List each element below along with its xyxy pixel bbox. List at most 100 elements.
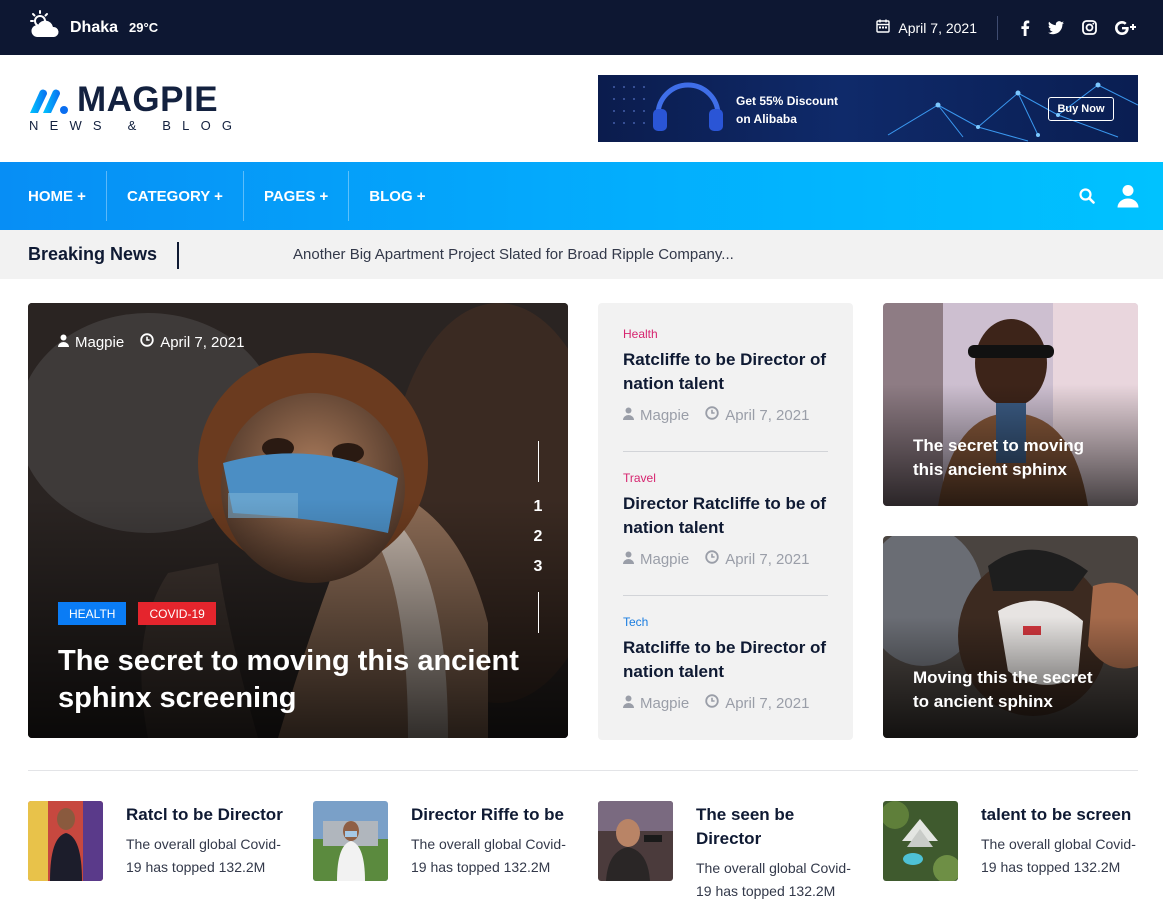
breaking-news-headline[interactable]: Another Big Apartment Project Slated for…: [293, 246, 734, 263]
list-item-author: Magpie: [623, 695, 689, 712]
main-nav: HOME + CATEGORY + PAGES + BLOG +: [0, 162, 1163, 230]
hero-author-name[interactable]: Magpie: [75, 334, 124, 351]
list-item-author: Magpie: [623, 551, 689, 568]
twitter-icon[interactable]: [1048, 20, 1064, 35]
facebook-icon[interactable]: [1020, 20, 1030, 36]
logo-name: MAGPIE: [77, 80, 219, 119]
list-item-meta: Magpie April 7, 2021: [623, 694, 828, 712]
mini-post-thumbnail[interactable]: [883, 801, 958, 881]
weather-city: Dhaka: [70, 18, 119, 36]
mini-post-thumbnail[interactable]: [598, 801, 673, 881]
list-item-title[interactable]: Ratcliffe to be Director of nation talen…: [623, 348, 828, 396]
hero-date: April 7, 2021: [140, 333, 244, 351]
pager-line-bottom: [537, 592, 539, 633]
logo-tagline: NEWS & BLOG: [29, 118, 244, 133]
hero-pager: 1 2 3: [526, 441, 550, 633]
nav-item-pages[interactable]: PAGES +: [244, 162, 348, 230]
user-icon: [623, 407, 634, 424]
calendar-icon: [876, 19, 891, 36]
list-item: Travel Director Ratcliffe to be of natio…: [623, 471, 828, 568]
mini-post-excerpt: The overall global Covid-19 has topped 1…: [126, 836, 281, 875]
mini-post-title[interactable]: The seen be Director: [696, 803, 856, 851]
top-bar: Dhaka 29°C April 7, 2021: [0, 0, 1163, 55]
breaking-news-label: Breaking News: [28, 244, 158, 264]
mini-post-excerpt: The overall global Covid-19 has topped 1…: [411, 836, 566, 875]
mini-post: talent to be screen The overall global C…: [883, 801, 1138, 901]
side-card[interactable]: Moving this the secret to ancient sphinx: [883, 536, 1138, 738]
mini-post: The seen be Director The overall global …: [598, 801, 853, 901]
nav-item-category[interactable]: CATEGORY +: [107, 162, 243, 230]
list-item: Health Ratcliffe to be Director of natio…: [623, 327, 828, 424]
site-logo[interactable]: MAGPIE NEWS & BLOG: [28, 80, 232, 140]
nav-item-blog[interactable]: BLOG +: [349, 162, 445, 230]
mini-post: Director Riffe to be The overall global …: [313, 801, 568, 901]
nav-actions: [1079, 162, 1139, 230]
mini-post-thumbnail[interactable]: [28, 801, 103, 881]
list-item-date: April 7, 2021: [705, 694, 809, 712]
pager-line-top: [537, 441, 539, 482]
ad-buy-now-button[interactable]: Buy Now: [1048, 97, 1114, 121]
post-list-card: Health Ratcliffe to be Director of natio…: [598, 303, 853, 740]
hero-tags: HEALTH COVID-19: [58, 602, 216, 625]
hero-title[interactable]: The secret to moving this ancient sphinx…: [58, 643, 528, 717]
side-card-title[interactable]: Moving this the secret to ancient sphinx: [913, 666, 1113, 714]
clock-icon: [705, 406, 719, 424]
mini-post-excerpt: The overall global Covid-19 has topped 1…: [981, 836, 1136, 875]
list-divider: [623, 451, 828, 452]
tag-covid-19[interactable]: COVID-19: [138, 602, 216, 625]
user-icon: [623, 695, 634, 712]
ad-copy: Get 55% Discount on Alibaba: [736, 92, 838, 128]
list-item-category[interactable]: Tech: [623, 615, 828, 629]
list-item: Tech Ratcliffe to be Director of nation …: [623, 615, 828, 712]
hero-author: Magpie: [58, 334, 124, 351]
mini-post-title[interactable]: Director Riffe to be: [411, 803, 571, 827]
pager-item-2[interactable]: 2: [526, 522, 550, 552]
list-item-category[interactable]: Travel: [623, 471, 828, 485]
list-item-date-text: April 7, 2021: [725, 694, 810, 712]
nav-menu: HOME + CATEGORY + PAGES + BLOG +: [0, 162, 446, 230]
weather-widget: Dhaka 29°C: [28, 10, 158, 45]
user-icon: [58, 334, 69, 351]
clock-icon: [140, 333, 154, 351]
hero-post[interactable]: Magpie April 7, 2021 1 2 3 HEALTH COVID-…: [28, 303, 568, 738]
list-item-date-text: April 7, 2021: [725, 550, 810, 568]
user-icon[interactable]: [1117, 184, 1139, 208]
list-item-author-name[interactable]: Magpie: [640, 695, 689, 712]
google-plus-icon[interactable]: [1115, 20, 1137, 35]
mini-post: Ratcl to be Director The overall global …: [28, 801, 283, 901]
list-item-date-text: April 7, 2021: [725, 406, 810, 424]
mini-post-excerpt: The overall global Covid-19 has topped 1…: [696, 860, 851, 899]
pager-item-1[interactable]: 1: [526, 492, 550, 522]
list-item-title[interactable]: Ratcliffe to be Director of nation talen…: [623, 636, 828, 684]
search-icon[interactable]: [1079, 188, 1095, 204]
top-date: April 7, 2021: [876, 15, 998, 40]
cloud-sun-icon: [28, 10, 62, 45]
top-right-group: April 7, 2021: [876, 0, 1137, 55]
ad-banner[interactable]: Get 55% Discount on Alibaba Buy Now: [598, 75, 1138, 142]
clock-icon: [705, 550, 719, 568]
logo-mark-icon: [28, 87, 76, 120]
list-item-author-name[interactable]: Magpie: [640, 407, 689, 424]
social-links: [998, 20, 1137, 36]
pager-item-3[interactable]: 3: [526, 552, 550, 582]
breaking-news-divider: [177, 242, 179, 269]
side-card[interactable]: The secret to moving this ancient sphinx: [883, 303, 1138, 506]
mini-post-title[interactable]: Ratcl to be Director: [126, 803, 286, 827]
list-item-title[interactable]: Director Ratcliffe to be of nation talen…: [623, 492, 828, 540]
breaking-news-bar: Breaking News Another Big Apartment Proj…: [0, 230, 1163, 279]
ad-line-1: Get 55% Discount: [736, 94, 839, 108]
mini-post-title[interactable]: talent to be screen: [981, 803, 1141, 827]
tag-health[interactable]: HEALTH: [58, 602, 127, 625]
hero-date-text: April 7, 2021: [160, 333, 245, 351]
mini-post-thumbnail[interactable]: [313, 801, 388, 881]
list-item-author-name[interactable]: Magpie: [640, 551, 689, 568]
instagram-icon[interactable]: [1082, 20, 1097, 35]
side-card-title[interactable]: The secret to moving this ancient sphinx: [913, 434, 1113, 482]
list-item-date: April 7, 2021: [705, 550, 809, 568]
weather-temperature: 29°C: [129, 20, 159, 35]
list-item-category[interactable]: Health: [623, 327, 828, 341]
list-item-author: Magpie: [623, 407, 689, 424]
nav-item-home[interactable]: HOME +: [0, 162, 106, 230]
list-item-meta: Magpie April 7, 2021: [623, 550, 828, 568]
list-item-date: April 7, 2021: [705, 406, 809, 424]
